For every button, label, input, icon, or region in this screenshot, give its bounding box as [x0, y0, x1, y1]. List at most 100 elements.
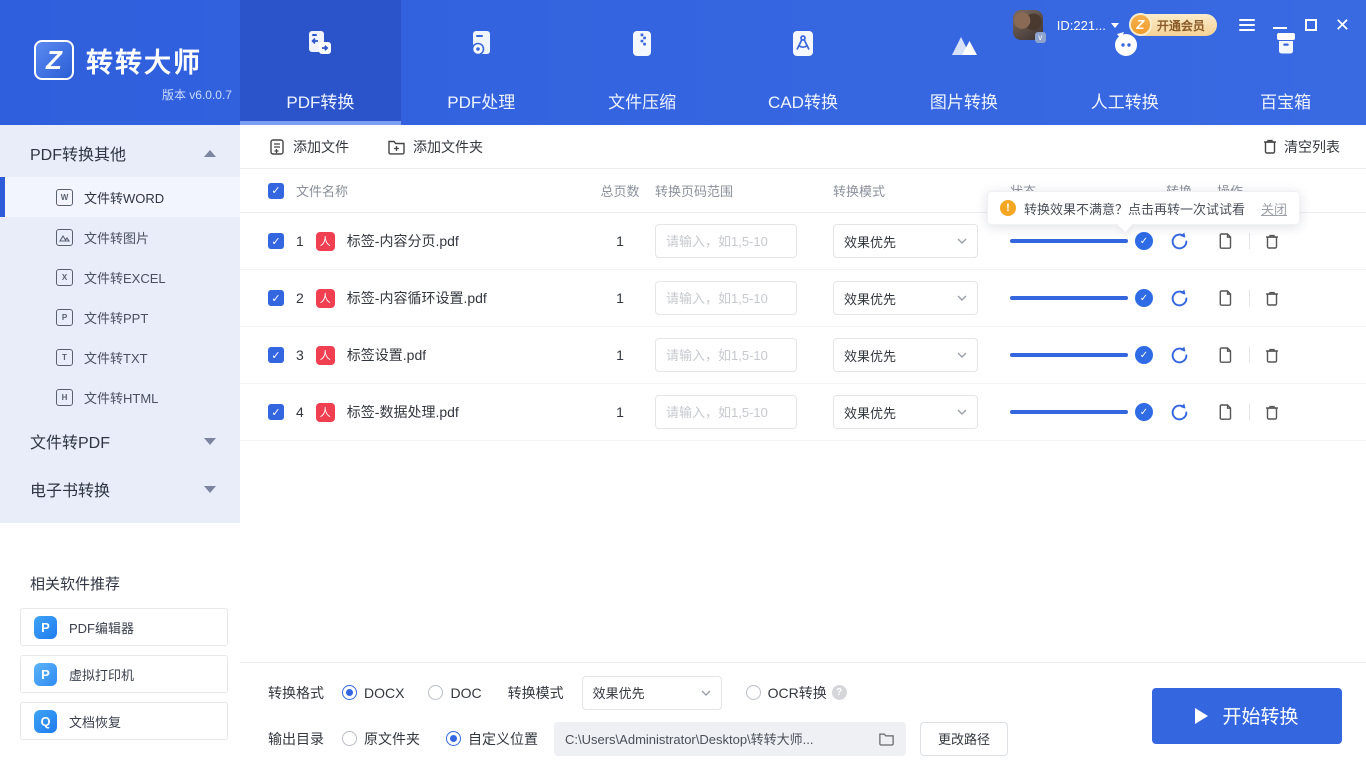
- open-file-icon[interactable]: [1217, 346, 1235, 364]
- page-range-input[interactable]: [655, 281, 797, 315]
- sidebar-item-to-ppt[interactable]: P 文件转PPT: [0, 297, 240, 337]
- avatar[interactable]: v: [1012, 10, 1046, 43]
- done-check-icon[interactable]: ✓: [1135, 346, 1153, 364]
- nav-label: 文件压缩: [608, 93, 677, 112]
- minimize-button[interactable]: [1272, 27, 1287, 29]
- recommend-label: 文档恢复: [69, 714, 122, 730]
- row-checkbox[interactable]: ✓: [268, 347, 284, 363]
- row-index: 4: [296, 404, 304, 420]
- format-label: 转换格式: [268, 684, 324, 701]
- chevron-down-icon: [957, 409, 967, 415]
- radio-doc[interactable]: DOC: [428, 685, 482, 701]
- sidebar-item-to-html[interactable]: H 文件转HTML: [0, 377, 240, 417]
- avatar-badge: v: [1034, 32, 1046, 43]
- trash-icon: [1264, 139, 1276, 154]
- vip-upgrade-badge[interactable]: Z 开通会员: [1128, 13, 1217, 36]
- radio-original-folder[interactable]: 原文件夹: [342, 729, 420, 749]
- clear-list-label: 清空列表: [1284, 138, 1340, 155]
- add-file-label: 添加文件: [293, 138, 349, 155]
- delete-row-icon[interactable]: [1264, 404, 1280, 421]
- add-folder-label: 添加文件夹: [413, 138, 483, 155]
- nav-pdf-process[interactable]: PDF处理: [401, 0, 562, 125]
- row-checkbox[interactable]: ✓: [268, 290, 284, 306]
- open-file-icon[interactable]: [1217, 403, 1235, 421]
- nav-file-compress[interactable]: 文件压缩: [562, 0, 723, 125]
- mode-select[interactable]: 效果优先: [833, 338, 978, 372]
- mode-select[interactable]: 效果优先: [833, 395, 978, 429]
- recommend-virtual-printer[interactable]: P 虚拟打印机: [20, 655, 228, 693]
- nav-cad-convert[interactable]: CAD转换: [723, 0, 884, 125]
- add-file-button[interactable]: 添加文件: [268, 137, 349, 157]
- chevron-down-icon: [1110, 22, 1119, 28]
- sidebar-item-to-txt[interactable]: T 文件转TXT: [0, 337, 240, 377]
- output-path-field[interactable]: C:\Users\Administrator\Desktop\转转大师...: [554, 721, 906, 756]
- ppt-file-icon: P: [56, 308, 73, 326]
- radio-ocr[interactable]: OCR转换: [745, 683, 827, 703]
- delete-row-icon[interactable]: [1264, 347, 1280, 364]
- page-range-input[interactable]: [655, 338, 797, 372]
- row-checkbox[interactable]: ✓: [268, 233, 284, 249]
- sidebar-item-label: 文件转TXT: [84, 350, 148, 366]
- user-id[interactable]: ID:221...: [1057, 18, 1119, 33]
- page-range-input[interactable]: [655, 395, 797, 429]
- start-convert-button[interactable]: 开始转换: [1152, 687, 1342, 744]
- doc-recovery-icon: Q: [34, 709, 57, 733]
- row-checkbox[interactable]: ✓: [268, 404, 284, 420]
- nav-pdf-convert[interactable]: PDF转换: [240, 0, 401, 125]
- col-convert-mode: 转换模式: [833, 184, 886, 199]
- recommend-doc-recovery[interactable]: Q 文档恢复: [20, 702, 228, 740]
- pdf-file-icon: 人: [315, 402, 335, 422]
- done-check-icon[interactable]: ✓: [1135, 289, 1153, 307]
- change-path-button[interactable]: 更改路径: [920, 721, 1009, 756]
- chevron-down-icon: [957, 352, 967, 358]
- chevron-down-icon: [204, 437, 216, 445]
- nav-label: PDF处理: [447, 93, 516, 112]
- reconvert-icon[interactable]: [1169, 402, 1190, 423]
- row-index: 3: [296, 347, 304, 363]
- sidebar-section-pdf-other[interactable]: PDF转换其他: [0, 129, 240, 177]
- maximize-button[interactable]: [1304, 19, 1317, 31]
- html-file-icon: H: [56, 388, 73, 406]
- recommend-label: 虚拟打印机: [69, 667, 135, 683]
- done-check-icon[interactable]: ✓: [1135, 403, 1153, 421]
- nav-label: 人工转换: [1090, 93, 1159, 112]
- open-file-icon[interactable]: [1217, 232, 1235, 250]
- tooltip-close-link[interactable]: 关闭: [1261, 199, 1287, 218]
- add-folder-button[interactable]: 添加文件夹: [387, 137, 483, 157]
- sidebar-item-to-word[interactable]: W 文件转WORD: [0, 177, 240, 217]
- col-page-range: 转换页码范围: [655, 184, 734, 199]
- progress-indicator: ✓: [1010, 289, 1155, 307]
- done-check-icon[interactable]: ✓: [1135, 232, 1153, 250]
- reconvert-icon[interactable]: [1169, 288, 1190, 309]
- reconvert-icon[interactable]: [1169, 231, 1190, 252]
- page-count: 1: [616, 404, 624, 420]
- retry-tooltip: ! 转换效果不满意？点击再转一次试试看 关闭: [986, 191, 1300, 225]
- sidebar-section-to-pdf[interactable]: 文件转PDF: [0, 417, 240, 465]
- sidebar-item-label: 文件转图片: [84, 230, 150, 246]
- mode-select[interactable]: 效果优先: [833, 224, 978, 258]
- menu-icon[interactable]: [1238, 19, 1255, 31]
- file-name: 标签-内容循环设置.pdf: [346, 290, 487, 306]
- conversion-settings-bar: 转换格式 DOCX DOC 转换模式 效果优先 OCR转换 ? 输出目录 原文件…: [240, 662, 1366, 768]
- recommend-pdf-editor[interactable]: P PDF编辑器: [20, 608, 228, 646]
- close-button[interactable]: ✕: [1335, 16, 1350, 34]
- section-label: 文件转PDF: [30, 435, 111, 452]
- delete-row-icon[interactable]: [1264, 233, 1280, 250]
- radio-docx[interactable]: DOCX: [342, 685, 404, 701]
- footer-mode-select[interactable]: 效果优先: [581, 675, 722, 710]
- clear-list-button[interactable]: 清空列表: [1262, 137, 1340, 157]
- sidebar-section-ebook[interactable]: 电子书转换: [0, 465, 240, 513]
- help-icon[interactable]: ?: [831, 685, 847, 700]
- mode-select[interactable]: 效果优先: [833, 281, 978, 315]
- select-all-checkbox[interactable]: ✓: [268, 182, 284, 199]
- sidebar-item-to-excel[interactable]: X 文件转EXCEL: [0, 257, 240, 297]
- app-version: 版本 v6.0.0.7: [161, 88, 232, 102]
- reconvert-icon[interactable]: [1169, 345, 1190, 366]
- nav-label: PDF转换: [286, 93, 355, 112]
- open-file-icon[interactable]: [1217, 289, 1235, 307]
- pdf-editor-icon: P: [34, 615, 57, 639]
- sidebar-item-to-image[interactable]: 文件转图片: [0, 217, 240, 257]
- delete-row-icon[interactable]: [1264, 290, 1280, 307]
- radio-custom-location[interactable]: 自定义位置: [446, 729, 538, 749]
- page-range-input[interactable]: [655, 224, 797, 258]
